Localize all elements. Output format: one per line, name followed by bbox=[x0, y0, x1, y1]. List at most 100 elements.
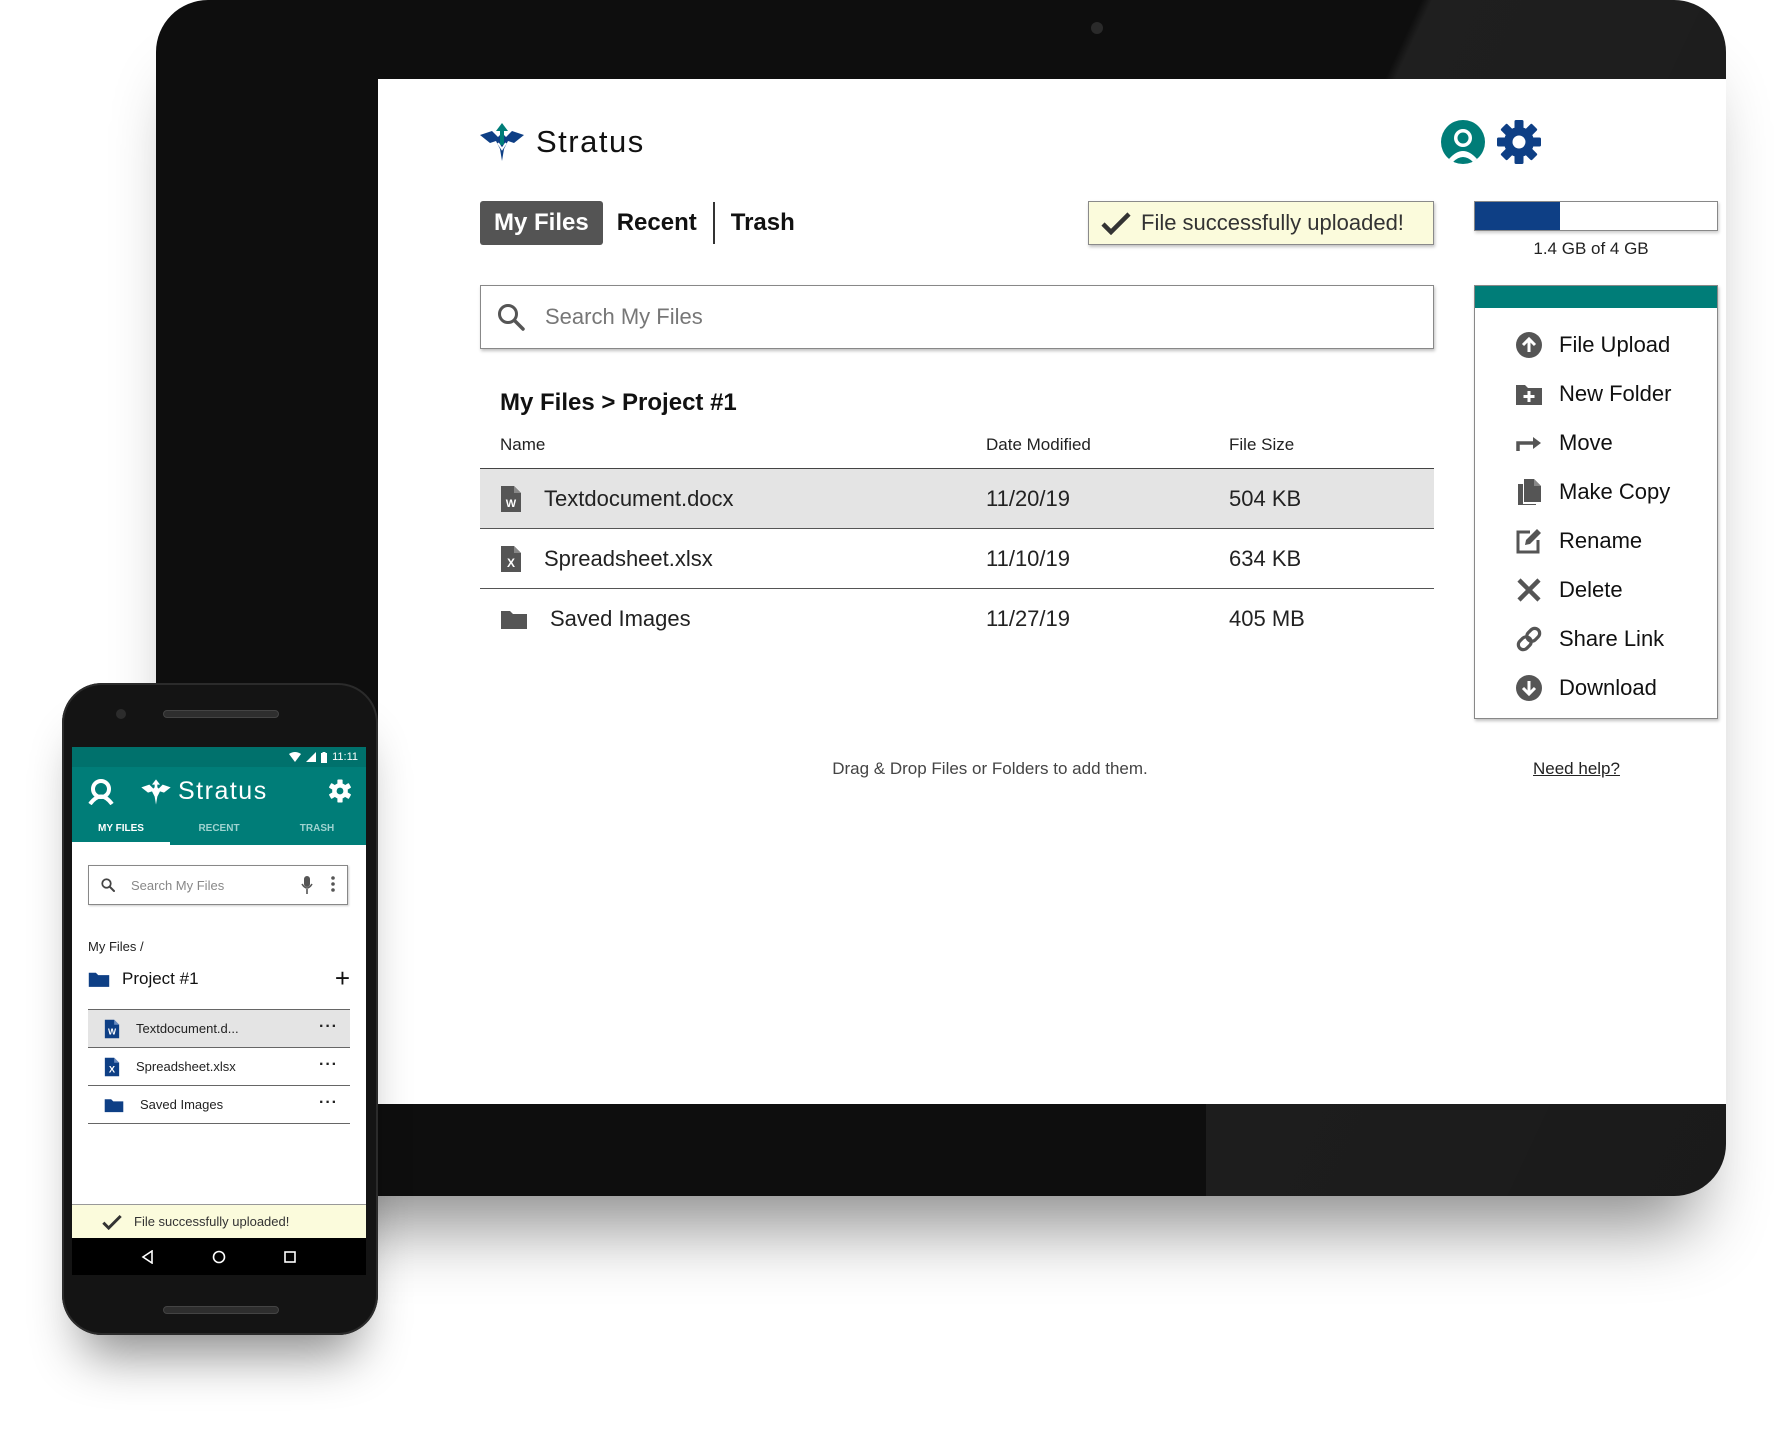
checkmark-icon bbox=[102, 1214, 122, 1230]
tab-trash[interactable]: Trash bbox=[717, 201, 809, 245]
checkmark-icon bbox=[1101, 212, 1131, 235]
tab-recent[interactable]: RECENT bbox=[170, 815, 268, 845]
search-box bbox=[480, 285, 1434, 349]
svg-text:W: W bbox=[506, 498, 517, 510]
more-vertical-icon[interactable] bbox=[331, 876, 335, 892]
file-table: Name Date Modified File Size W Textdocum… bbox=[480, 435, 1434, 649]
search-input[interactable] bbox=[131, 877, 281, 893]
breadcrumb[interactable]: My Files / bbox=[88, 939, 144, 954]
list-item[interactable]: Saved Images ··· bbox=[88, 1086, 350, 1124]
download-button[interactable]: Download bbox=[1475, 663, 1717, 712]
list-item[interactable]: W Textdocument.d... ··· bbox=[88, 1010, 350, 1048]
upload-icon bbox=[1516, 331, 1542, 358]
move-button[interactable]: Move bbox=[1475, 418, 1717, 467]
actions-panel: File Upload New Folder Move Make Copy Re… bbox=[1474, 285, 1718, 719]
storage-meter-fill bbox=[1475, 202, 1560, 230]
svg-text:W: W bbox=[108, 1026, 117, 1036]
file-list: W Textdocument.d... ··· X Spreadsheet.xl… bbox=[88, 1009, 350, 1124]
make-copy-button[interactable]: Make Copy bbox=[1475, 467, 1717, 516]
share-link-button[interactable]: Share Link bbox=[1475, 614, 1717, 663]
phone-speaker bbox=[163, 710, 279, 718]
phone-speaker bbox=[163, 1306, 279, 1314]
storage-meter bbox=[1474, 201, 1718, 231]
table-row[interactable]: X Spreadsheet.xlsx 11/10/19 634 KB bbox=[480, 529, 1434, 589]
breadcrumb[interactable]: My Files > Project #1 bbox=[500, 389, 737, 417]
action-label: Rename bbox=[1559, 527, 1643, 553]
word-file-icon: W bbox=[104, 1019, 120, 1038]
column-header-size[interactable]: File Size bbox=[1229, 435, 1429, 468]
user-avatar-icon[interactable] bbox=[88, 779, 114, 805]
tab-divider bbox=[712, 202, 715, 244]
table-header: Name Date Modified File Size bbox=[480, 435, 1434, 469]
search-input[interactable] bbox=[545, 304, 1405, 330]
file-date: 11/27/19 bbox=[986, 606, 1071, 631]
folder-icon bbox=[104, 1098, 124, 1112]
microphone-icon[interactable] bbox=[301, 876, 313, 894]
copy-icon bbox=[1518, 478, 1541, 505]
recent-apps-icon[interactable] bbox=[283, 1250, 297, 1264]
action-label: Make Copy bbox=[1559, 478, 1671, 504]
list-item[interactable]: X Spreadsheet.xlsx ··· bbox=[88, 1048, 350, 1086]
svg-text:X: X bbox=[507, 556, 515, 570]
table-row[interactable]: Saved Images 11/27/19 405 MB bbox=[480, 589, 1434, 649]
toast-message: File successfully uploaded! bbox=[134, 1214, 290, 1229]
file-name: Textdocument.d... bbox=[136, 1021, 239, 1036]
new-folder-button[interactable]: New Folder bbox=[1475, 369, 1717, 418]
more-options-button[interactable]: ··· bbox=[319, 1010, 338, 1044]
help-link[interactable]: Need help? bbox=[1533, 759, 1620, 779]
home-icon[interactable] bbox=[212, 1250, 226, 1264]
mobile-tabs: MY FILES RECENT TRASH bbox=[72, 815, 366, 845]
file-name: Textdocument.docx bbox=[544, 485, 734, 511]
gear-icon[interactable] bbox=[1496, 119, 1542, 165]
app-name: Stratus bbox=[536, 124, 645, 159]
tablet-camera bbox=[1091, 22, 1103, 34]
gear-icon[interactable] bbox=[328, 779, 352, 803]
action-label: Download bbox=[1559, 674, 1657, 700]
delete-button[interactable]: Delete bbox=[1475, 565, 1717, 614]
app-logo[interactable]: Stratus bbox=[478, 117, 645, 167]
back-icon[interactable] bbox=[141, 1249, 155, 1264]
signal-icon bbox=[306, 752, 317, 762]
upload-success-toast: File successfully uploaded! bbox=[1088, 201, 1434, 245]
tab-recent[interactable]: Recent bbox=[603, 201, 711, 245]
status-bar: 11:11 bbox=[72, 747, 366, 767]
action-label: File Upload bbox=[1559, 331, 1671, 357]
app-bar: Stratus MY FILES RECENT TRASH bbox=[72, 767, 366, 845]
file-size: 634 KB bbox=[1229, 545, 1302, 571]
action-label: Move bbox=[1559, 429, 1613, 455]
file-name: Saved Images bbox=[550, 606, 691, 631]
file-upload-button[interactable]: File Upload bbox=[1475, 320, 1717, 369]
actions-panel-header bbox=[1475, 286, 1717, 308]
user-avatar-icon[interactable] bbox=[1440, 119, 1486, 165]
tab-my-files[interactable]: My Files bbox=[480, 201, 603, 245]
column-header-date[interactable]: Date Modified bbox=[986, 435, 1229, 468]
android-nav-bar bbox=[72, 1238, 366, 1275]
table-row[interactable]: W Textdocument.docx 11/20/19 504 KB bbox=[480, 469, 1434, 529]
more-options-button[interactable]: ··· bbox=[319, 1086, 338, 1120]
tab-my-files[interactable]: MY FILES bbox=[72, 815, 170, 845]
rename-button[interactable]: Rename bbox=[1475, 516, 1717, 565]
battery-icon bbox=[321, 751, 328, 763]
close-icon bbox=[1517, 577, 1541, 602]
stratus-logo-icon bbox=[141, 778, 171, 805]
search-icon bbox=[101, 878, 115, 892]
more-options-button[interactable]: ··· bbox=[319, 1048, 338, 1082]
tablet-device: Stratus My Files Recent Trash File succe… bbox=[156, 0, 1726, 1196]
excel-file-icon: X bbox=[501, 545, 521, 572]
current-folder: Project #1 + bbox=[88, 961, 350, 997]
app-logo[interactable]: Stratus bbox=[140, 777, 268, 806]
phone-screen: 11:11 Stratus MY FILES RECENT TRASH Sear… bbox=[72, 747, 366, 1275]
tablet-screen: Stratus My Files Recent Trash File succe… bbox=[378, 79, 1726, 1104]
tab-trash[interactable]: TRASH bbox=[268, 815, 366, 845]
column-header-name[interactable]: Name bbox=[480, 435, 986, 468]
add-button[interactable]: + bbox=[335, 965, 350, 991]
svg-text:X: X bbox=[109, 1064, 116, 1074]
upload-success-toast: File successfully uploaded! bbox=[72, 1204, 366, 1238]
action-label: Delete bbox=[1559, 576, 1623, 602]
download-icon bbox=[1516, 674, 1542, 701]
folder-icon bbox=[88, 972, 110, 987]
file-name: Spreadsheet.xlsx bbox=[544, 545, 713, 571]
search-icon bbox=[498, 304, 525, 331]
stratus-logo-icon bbox=[480, 123, 524, 161]
status-time: 11:11 bbox=[332, 751, 358, 763]
